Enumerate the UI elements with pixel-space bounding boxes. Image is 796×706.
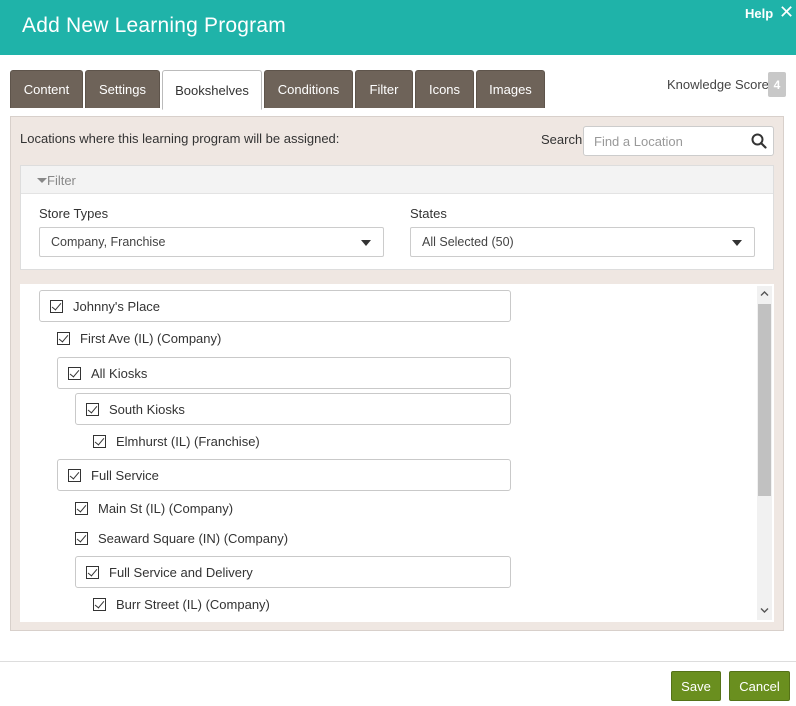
filter-header[interactable]: Filter: [21, 166, 773, 194]
tree-scrollbar[interactable]: [757, 286, 772, 620]
checkbox-checked-icon[interactable]: [68, 366, 81, 380]
tree-node-seaward-square[interactable]: Seaward Square (IN) (Company): [75, 523, 495, 553]
knowledge-score-label: Knowledge Score: [667, 77, 769, 92]
tree-node-label: All Kiosks: [91, 365, 148, 381]
states-label: States: [410, 206, 447, 221]
filter-title: Filter: [47, 173, 76, 188]
checkbox-checked-icon[interactable]: [86, 402, 99, 416]
help-link[interactable]: Help: [745, 6, 773, 21]
tree-node-full-service-delivery[interactable]: Full Service and Delivery: [75, 556, 511, 588]
tree-node-label: Burr Street (IL) (Company): [116, 596, 270, 612]
tree-node-main-st[interactable]: Main St (IL) (Company): [75, 493, 495, 523]
checkbox-checked-icon[interactable]: [75, 501, 88, 515]
caret-down-icon: [37, 178, 47, 183]
knowledge-score-badge: 4: [768, 72, 786, 97]
tree-node-south-kiosks[interactable]: South Kiosks: [75, 393, 511, 425]
location-tree: Johnny's Place First Ave (IL) (Company) …: [20, 284, 774, 622]
scrollbar-thumb[interactable]: [758, 304, 771, 496]
store-types-select[interactable]: Company, Franchise: [39, 227, 384, 257]
footer-divider: [0, 661, 796, 662]
tree-node-label: Seaward Square (IN) (Company): [98, 530, 289, 546]
tree-node-first-ave[interactable]: First Ave (IL) (Company): [57, 323, 497, 353]
tree-node-label: South Kiosks: [109, 401, 185, 417]
tab-bookshelves[interactable]: Bookshelves: [162, 70, 262, 110]
dialog-title: Add New Learning Program: [22, 14, 286, 37]
checkbox-checked-icon[interactable]: [86, 565, 99, 579]
tree-node-label: Full Service: [91, 467, 159, 483]
tree-node-label: Main St (IL) (Company): [98, 500, 234, 516]
tree-node-label: First Ave (IL) (Company): [80, 330, 222, 346]
tab-filter[interactable]: Filter: [355, 70, 413, 108]
store-types-value: Company, Franchise: [51, 235, 166, 249]
tree-node-label: Elmhurst (IL) (Franchise): [116, 433, 260, 449]
search-icon[interactable]: [750, 132, 768, 150]
chevron-down-icon: [732, 240, 742, 246]
tree-node-elmhurst[interactable]: Elmhurst (IL) (Franchise): [93, 426, 493, 456]
search-input[interactable]: [594, 127, 744, 155]
states-value: All Selected (50): [422, 235, 514, 249]
chevron-up-icon[interactable]: [760, 289, 769, 298]
tree-node-label: Full Service and Delivery: [109, 564, 253, 580]
tree-node-all-kiosks[interactable]: All Kiosks: [57, 357, 511, 389]
chevron-down-icon[interactable]: [760, 606, 769, 615]
search-label: Search: [541, 132, 583, 147]
cancel-button[interactable]: Cancel: [729, 671, 790, 701]
checkbox-checked-icon[interactable]: [93, 597, 106, 611]
tab-images[interactable]: Images: [476, 70, 545, 108]
states-select[interactable]: All Selected (50): [410, 227, 755, 257]
tree-node-johnnys-place[interactable]: Johnny's Place: [39, 290, 511, 322]
close-icon[interactable]: ✕: [779, 2, 794, 23]
tab-settings[interactable]: Settings: [85, 70, 160, 108]
save-button[interactable]: Save: [671, 671, 721, 701]
tree-node-burr-street[interactable]: Burr Street (IL) (Company): [93, 589, 493, 619]
tree-node-full-service[interactable]: Full Service: [57, 459, 511, 491]
search-box: [583, 126, 774, 156]
tree-node-label: Johnny's Place: [73, 298, 161, 314]
checkbox-checked-icon[interactable]: [68, 468, 81, 482]
checkbox-checked-icon[interactable]: [57, 331, 70, 345]
tab-icons[interactable]: Icons: [415, 70, 474, 108]
locations-label: Locations where this learning program wi…: [20, 131, 340, 146]
title-bar: Add New Learning Program Help ✕: [0, 0, 796, 55]
tab-content[interactable]: Content: [10, 70, 83, 108]
tab-conditions[interactable]: Conditions: [264, 70, 353, 108]
checkbox-checked-icon[interactable]: [75, 531, 88, 545]
chevron-down-icon: [361, 240, 371, 246]
checkbox-checked-icon[interactable]: [93, 434, 106, 448]
checkbox-checked-icon[interactable]: [50, 299, 63, 313]
store-types-label: Store Types: [39, 206, 109, 221]
